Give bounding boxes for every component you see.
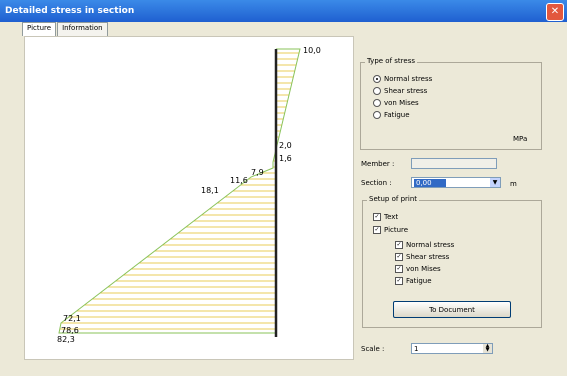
radio-icon[interactable] — [373, 111, 381, 119]
checkbox-icon[interactable]: ✓ — [373, 213, 381, 221]
title-bar: Detailed stress in section ✕ — [0, 0, 567, 22]
checkbox-icon[interactable]: ✓ — [395, 253, 403, 261]
stress-unit: MPa — [513, 135, 528, 143]
stress-label: 18,1 — [201, 186, 219, 195]
radio-icon[interactable] — [373, 99, 381, 107]
setup-of-print-group: Setup of print ✓ Text ✓ Picture ✓ Normal st… — [362, 195, 542, 328]
stress-label-top: 10,0 — [303, 46, 321, 55]
type-of-stress-title: Type of stress — [365, 57, 417, 65]
check-von-mises[interactable]: ✓ von Mises — [395, 265, 441, 273]
radio-icon[interactable] — [373, 87, 381, 95]
section-unit: m — [510, 180, 517, 188]
radio-icon[interactable] — [373, 75, 381, 83]
checkbox-icon[interactable]: ✓ — [395, 265, 403, 273]
option-von-mises[interactable]: von Mises — [373, 99, 419, 107]
checkbox-icon[interactable]: ✓ — [395, 277, 403, 285]
scale-input[interactable]: 1 ▲ ▼ — [411, 343, 493, 354]
member-label: Member : — [361, 160, 395, 168]
tab-information[interactable]: Information — [57, 22, 108, 36]
tab-strip: Picture Information — [22, 22, 109, 36]
stress-label: 2,0 — [279, 141, 292, 150]
window-title: Detailed stress in section — [5, 6, 135, 16]
tab-picture[interactable]: Picture — [22, 22, 57, 36]
stress-label: 82,3 — [57, 335, 75, 344]
check-fatigue[interactable]: ✓ Fatigue — [395, 277, 432, 285]
checkbox-icon[interactable]: ✓ — [373, 226, 381, 234]
type-of-stress-group: Type of stress Normal stress Shear stres… — [360, 57, 542, 150]
check-normal-stress[interactable]: ✓ Normal stress — [395, 241, 454, 249]
scale-label: Scale : — [361, 345, 385, 353]
stress-label: 72,1 — [63, 314, 81, 323]
close-icon[interactable]: ✕ — [546, 3, 564, 21]
hatch-lines — [59, 52, 300, 330]
setup-of-print-title: Setup of print — [367, 195, 420, 203]
section-value: 0,00 — [414, 179, 446, 187]
stress-label: 78,6 — [61, 326, 79, 335]
spinner-icon[interactable]: ▲ ▼ — [483, 344, 492, 353]
chevron-down-icon[interactable]: ▼ — [490, 178, 500, 187]
stress-picture: 10,0 2,0 1,6 7,9 11,6 18,1 72,1 78,6 82,… — [24, 36, 354, 360]
check-text[interactable]: ✓ Text — [373, 213, 398, 221]
section-dropdown[interactable]: 0,00 ▼ — [411, 177, 501, 188]
check-shear-stress[interactable]: ✓ Shear stress — [395, 253, 449, 261]
scale-value: 1 — [414, 345, 419, 353]
member-field[interactable] — [411, 158, 497, 169]
stress-label: 1,6 — [279, 154, 292, 163]
check-picture[interactable]: ✓ Picture — [373, 226, 408, 234]
option-fatigue[interactable]: Fatigue — [373, 111, 410, 119]
to-document-button[interactable]: To Document — [393, 301, 511, 318]
option-shear-stress[interactable]: Shear stress — [373, 87, 427, 95]
option-normal-stress[interactable]: Normal stress — [373, 75, 432, 83]
checkbox-icon[interactable]: ✓ — [395, 241, 403, 249]
stress-diagram: 10,0 2,0 1,6 7,9 11,6 18,1 72,1 78,6 82,… — [57, 46, 321, 344]
stress-label: 11,6 — [230, 176, 248, 185]
section-label: Section : — [361, 179, 392, 187]
stress-label: 7,9 — [251, 168, 264, 177]
